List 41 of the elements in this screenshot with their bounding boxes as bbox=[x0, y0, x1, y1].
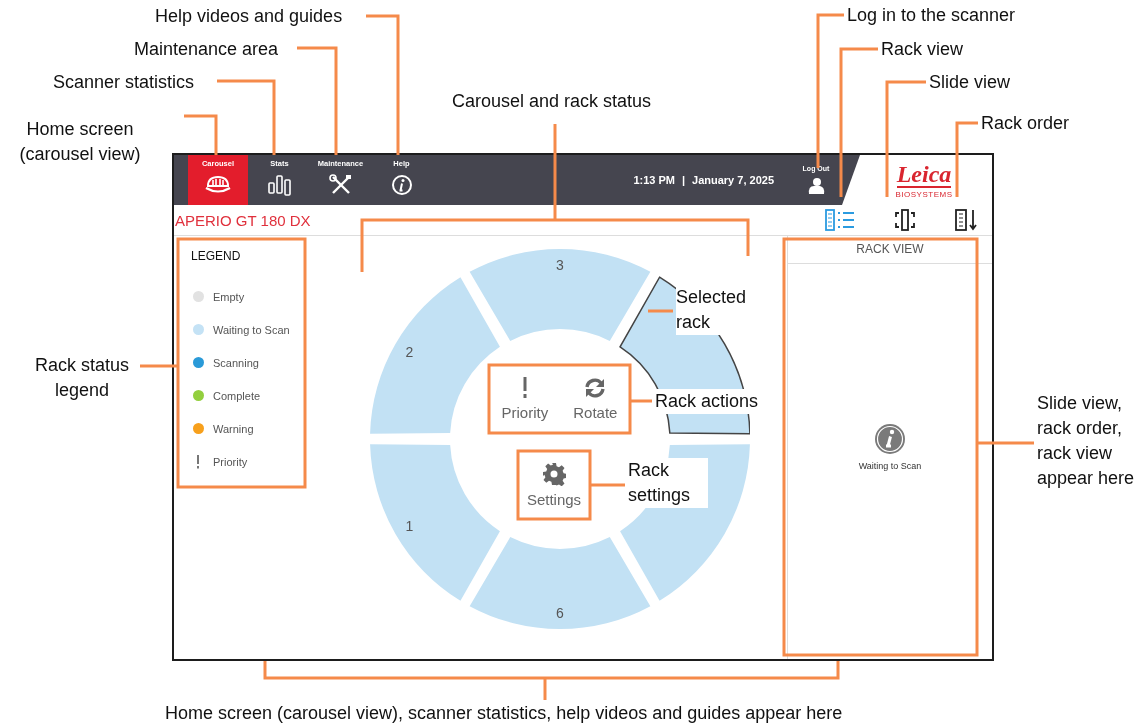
legend-label: Scanning bbox=[213, 356, 259, 369]
leader-line bbox=[978, 441, 1034, 445]
rack-number: 3 bbox=[556, 257, 564, 273]
user-icon bbox=[806, 175, 826, 196]
rack-number: 2 bbox=[405, 344, 414, 360]
brand-tagline: BIOSYSTEMS bbox=[895, 189, 953, 199]
carousel-icon bbox=[204, 174, 232, 196]
leader-line bbox=[140, 364, 178, 368]
current-date: January 7, 2025 bbox=[692, 174, 774, 186]
slide-view-button[interactable] bbox=[894, 209, 916, 231]
bar-chart-icon bbox=[265, 174, 294, 196]
legend-label: Priority bbox=[213, 455, 248, 468]
rack-number: 1 bbox=[405, 518, 414, 534]
leader-line bbox=[591, 483, 625, 487]
exclamation-icon bbox=[521, 377, 528, 399]
legend-title: LEGEND bbox=[191, 249, 242, 263]
rotate-button[interactable]: Rotate bbox=[573, 377, 618, 421]
exclamation-icon bbox=[196, 454, 200, 469]
rack-order-button[interactable] bbox=[954, 209, 978, 231]
status-message: Waiting to Scan bbox=[858, 460, 922, 471]
legend-label: Waiting to Scan bbox=[213, 323, 290, 336]
info-icon bbox=[390, 174, 413, 196]
priority-button[interactable]: Priority bbox=[501, 377, 549, 421]
brand-logo-name: Leica bbox=[896, 161, 952, 188]
rack-number: 6 bbox=[556, 605, 564, 621]
refresh-icon bbox=[583, 377, 608, 399]
legend-label: Warning bbox=[213, 422, 254, 435]
callout-label: Rack actions bbox=[655, 389, 759, 414]
legend-label: Complete bbox=[213, 389, 261, 402]
leader-line bbox=[631, 399, 652, 403]
clock-time: 1:13 PM bbox=[633, 174, 675, 186]
callout-label: Rack settings bbox=[628, 458, 708, 508]
legend-label: Empty bbox=[213, 290, 245, 303]
gear-icon bbox=[542, 462, 566, 486]
instrument-name: APERIO GT 180 DX bbox=[175, 211, 311, 229]
separator-mark: | bbox=[681, 174, 686, 186]
leader-line bbox=[648, 309, 673, 313]
info-icon bbox=[874, 422, 906, 455]
settings-button[interactable]: Settings bbox=[518, 451, 590, 519]
panel-title: RACK VIEW bbox=[788, 236, 992, 264]
rack-view-button[interactable] bbox=[824, 209, 856, 231]
